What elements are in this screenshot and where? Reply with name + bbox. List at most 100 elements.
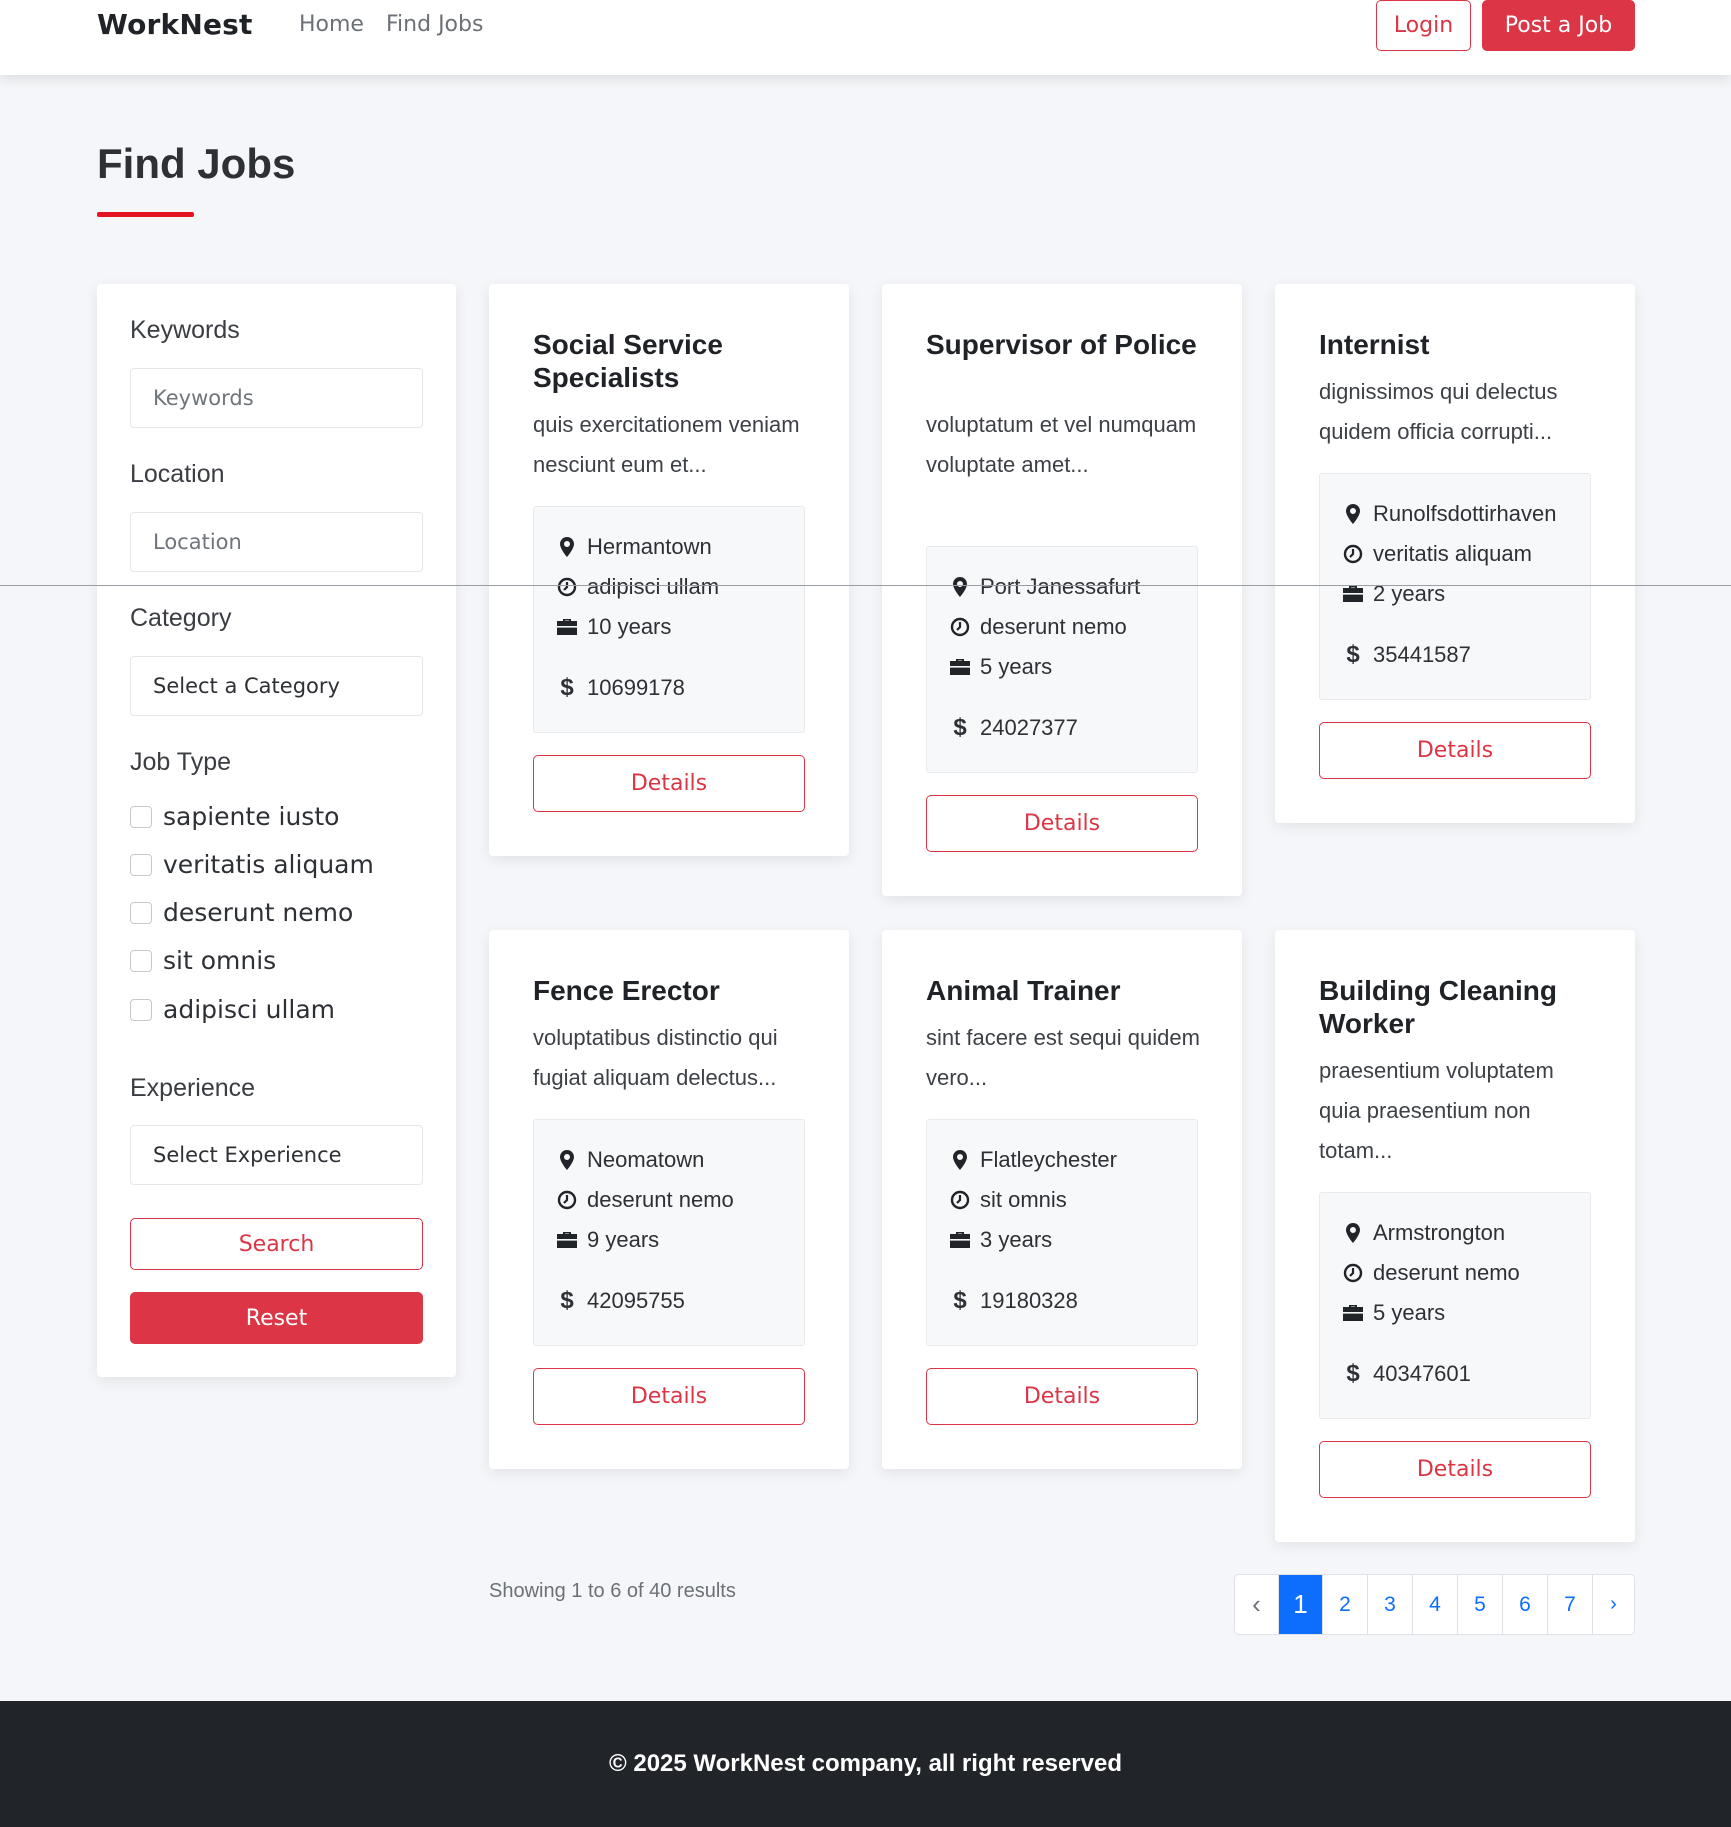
job-card: Building Cleaning Worker praesentium vol… <box>1275 930 1635 1542</box>
checkbox[interactable] <box>130 901 152 924</box>
map-pin-icon <box>1342 1222 1364 1244</box>
page-title: Find Jobs <box>97 140 296 187</box>
details-button[interactable]: Details <box>926 1368 1198 1425</box>
job-salary: 35441587 <box>1373 642 1471 667</box>
job-experience: 3 years <box>980 1227 1053 1252</box>
dollar-icon: $ <box>953 1287 967 1314</box>
checkbox[interactable] <box>130 998 152 1021</box>
job-description: dignissimos qui delectus quidem officia … <box>1319 379 1558 444</box>
job-type: deserunt nemo <box>980 614 1127 639</box>
pagination-page-button[interactable]: 4 <box>1412 1575 1457 1634</box>
job-salary: 10699178 <box>587 675 685 700</box>
briefcase-icon <box>1342 583 1364 605</box>
job-info-box: Port Janessafurt deserunt nemo 5 years $… <box>926 546 1198 773</box>
job-type-option-label: sit omnis <box>163 946 277 975</box>
job-title: Social Service Specialists <box>533 329 723 393</box>
job-info-box: Armstrongton deserunt nemo 5 years $4034… <box>1319 1192 1591 1419</box>
clock-icon <box>556 1189 578 1211</box>
pagination-page-button[interactable]: 5 <box>1457 1575 1502 1634</box>
map-pin-icon <box>1342 503 1364 525</box>
job-location: Port Janessafurt <box>980 574 1141 599</box>
dollar-icon: $ <box>1346 641 1360 668</box>
clock-icon <box>1342 543 1364 565</box>
job-card: Internist dignissimos qui delectus quide… <box>1275 284 1635 823</box>
job-type-option[interactable]: adipisci ullam <box>130 995 335 1024</box>
pagination-page-button[interactable]: 2 <box>1322 1575 1367 1634</box>
job-location: Neomatown <box>587 1147 705 1172</box>
search-button[interactable]: Search <box>130 1218 423 1270</box>
job-experience: 5 years <box>980 654 1053 679</box>
job-info-box: Runolfsdottirhaven veritatis aliquam 2 y… <box>1319 473 1591 700</box>
details-button[interactable]: Details <box>1319 1441 1591 1498</box>
clock-icon <box>556 576 578 598</box>
category-label: Category <box>130 604 232 632</box>
map-pin-icon <box>949 1149 971 1171</box>
pagination-page-button[interactable]: 6 <box>1502 1575 1547 1634</box>
details-button[interactable]: Details <box>533 1368 805 1425</box>
checkbox[interactable] <box>130 853 152 876</box>
results-summary: Showing 1 to 6 of 40 results <box>489 1580 736 1602</box>
job-type-label: Job Type <box>130 748 232 776</box>
job-type: deserunt nemo <box>587 1187 734 1212</box>
pagination-prev-button[interactable]: ‹ <box>1235 1575 1278 1634</box>
job-type-option[interactable]: sit omnis <box>130 946 276 975</box>
job-title: Supervisor of Police <box>926 329 1197 360</box>
job-salary: 19180328 <box>980 1288 1078 1313</box>
dollar-icon: $ <box>560 674 574 701</box>
brand-logo[interactable]: WorkNest <box>97 8 253 41</box>
dollar-icon: $ <box>560 1287 574 1314</box>
keywords-input[interactable]: Keywords <box>130 368 423 428</box>
category-select[interactable]: Select a Category <box>130 656 423 716</box>
pagination-page-button[interactable]: 7 <box>1547 1575 1592 1634</box>
job-salary: 40347601 <box>1373 1361 1471 1386</box>
pagination-page-button[interactable]: 1 <box>1278 1575 1322 1634</box>
job-type-option-label: veritatis aliquam <box>163 850 374 879</box>
post-job-button[interactable]: Post a Job <box>1482 0 1635 51</box>
checkbox[interactable] <box>130 805 152 828</box>
job-description: praesentium voluptatem quia praesentium … <box>1319 1058 1554 1163</box>
clock-icon <box>949 1189 971 1211</box>
location-input[interactable]: Location <box>130 512 423 572</box>
job-title: Animal Trainer <box>926 975 1121 1006</box>
footer-copyright: © 2025 WorkNest company, all right reser… <box>609 1750 1122 1777</box>
job-info-box: Flatleychester sit omnis 3 years $191803… <box>926 1119 1198 1346</box>
checkbox[interactable] <box>130 949 152 972</box>
login-button[interactable]: Login <box>1376 0 1471 51</box>
job-type-option[interactable]: veritatis aliquam <box>130 850 374 879</box>
briefcase-icon <box>556 1229 578 1251</box>
reset-button[interactable]: Reset <box>130 1292 423 1344</box>
experience-select[interactable]: Select Experience <box>130 1125 423 1185</box>
pagination-page-button[interactable]: 3 <box>1367 1575 1412 1634</box>
job-type: veritatis aliquam <box>1373 541 1532 566</box>
job-card: Supervisor of Police voluptatum et vel n… <box>882 284 1242 896</box>
job-info-box: Neomatown deserunt nemo 9 years $4209575… <box>533 1119 805 1346</box>
briefcase-icon <box>556 616 578 638</box>
nav-find-jobs-link[interactable]: Find Jobs <box>386 12 483 37</box>
job-type-option[interactable]: deserunt nemo <box>130 898 353 927</box>
job-description: sint facere est sequi quidem vero... <box>926 1025 1200 1090</box>
pagination-next-button[interactable]: › <box>1592 1575 1634 1634</box>
dollar-icon: $ <box>953 714 967 741</box>
details-button[interactable]: Details <box>1319 722 1591 779</box>
navbar: WorkNest Home Find Jobs Login Post a Job <box>0 0 1731 75</box>
job-experience: 5 years <box>1373 1300 1446 1325</box>
job-card: Social Service Specialists quis exercita… <box>489 284 849 856</box>
details-button[interactable]: Details <box>926 795 1198 852</box>
job-type-option[interactable]: sapiente iusto <box>130 802 339 831</box>
job-card: Animal Trainer sint facere est sequi qui… <box>882 930 1242 1469</box>
job-salary: 24027377 <box>980 715 1078 740</box>
job-description: voluptatibus distinctio qui fugiat aliqu… <box>533 1025 778 1090</box>
job-title: Building Cleaning Worker <box>1319 975 1557 1039</box>
job-type-option-label: sapiente iusto <box>163 802 340 831</box>
job-description: voluptatum et vel numquam voluptate amet… <box>926 412 1197 477</box>
pagination: ‹ 1 2 3 4 5 6 7 › <box>1234 1574 1635 1635</box>
job-location: Flatleychester <box>980 1147 1117 1172</box>
nav-home-link[interactable]: Home <box>299 12 364 37</box>
map-pin-icon <box>556 1149 578 1171</box>
details-button[interactable]: Details <box>533 755 805 812</box>
job-description: quis exercitationem veniam nesciunt eum … <box>533 412 800 477</box>
job-type: sit omnis <box>980 1187 1067 1212</box>
job-location: Runolfsdottirhaven <box>1373 501 1557 526</box>
briefcase-icon <box>949 656 971 678</box>
footer: © 2025 WorkNest company, all right reser… <box>0 1701 1731 1827</box>
